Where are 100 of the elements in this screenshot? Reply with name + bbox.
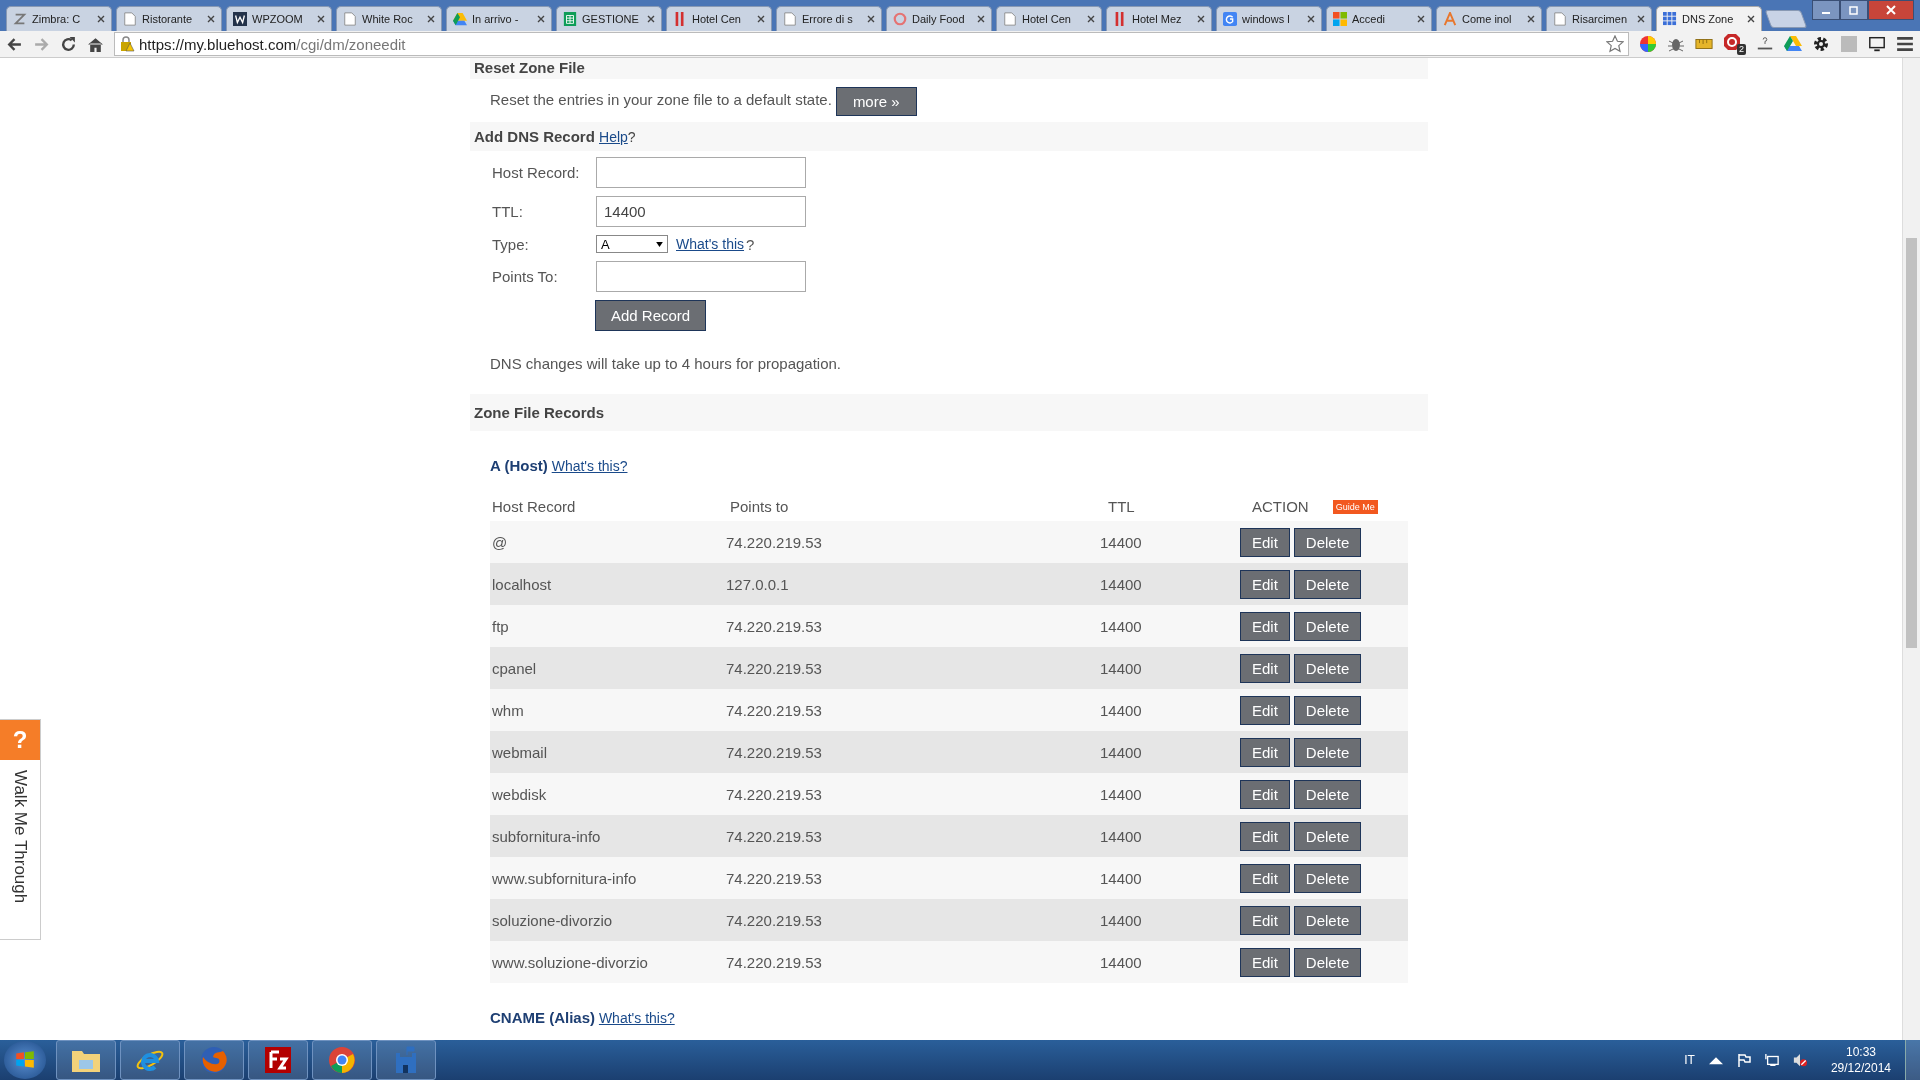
close-icon[interactable] [1087,15,1095,23]
edit-button[interactable]: Edit [1240,779,1290,809]
browser-tab[interactable]: Daily Food [886,6,992,31]
scrollbar[interactable] [1902,58,1920,1040]
edit-button[interactable]: Edit [1240,863,1290,893]
delete-button[interactable]: Delete [1293,569,1362,599]
browser-tab[interactable]: GESTIONE [556,6,662,31]
edit-button[interactable]: Edit [1240,611,1290,641]
close-icon[interactable] [757,15,765,23]
delete-button[interactable]: Delete [1293,611,1362,641]
type-dropdown[interactable]: A [596,235,668,253]
whats-this-link[interactable]: What's this? [598,1010,675,1026]
browser-tab[interactable]: DNS Zone [1656,6,1762,31]
gear-icon[interactable] [1812,35,1830,53]
edit-button[interactable]: Edit [1240,527,1290,557]
table-cell-text: www.soluzione-divorzio [492,953,649,971]
cast-icon[interactable] [1868,35,1886,53]
browser-tab[interactable]: Hotel Mez [1106,6,1212,31]
table-cell-text: @ [492,533,509,551]
table-cell-text: ftp [492,617,510,635]
edit-button[interactable]: Edit [1240,737,1290,767]
browser-tab[interactable]: Come inol [1436,6,1542,31]
close-button[interactable] [1868,0,1914,20]
clock-date[interactable]: 29/12/2014 [1830,1061,1891,1075]
folder-icon[interactable] [56,1040,116,1080]
address-bar[interactable]: https://my.bluehost.com/cgi/dm/zoneedit [114,32,1629,56]
delete-button[interactable]: Delete [1293,947,1362,977]
input-field[interactable] [596,157,806,188]
browser-tab[interactable]: Zimbra: C [6,6,112,31]
browser-tab[interactable]: WPZOOM [226,6,332,31]
tab-label: DNS Zone [1682,13,1735,25]
close-icon[interactable] [1417,15,1425,23]
star-icon[interactable] [1606,35,1624,53]
delete-button[interactable]: Delete [1293,821,1362,851]
browser-tab[interactable]: Hotel Cen [666,6,772,31]
add-record-button[interactable]: Add Record [595,300,707,331]
close-icon[interactable] [317,15,325,23]
input-field[interactable] [596,261,806,292]
close-icon[interactable] [647,15,655,23]
delete-button[interactable]: Delete [1293,905,1362,935]
browser-tab[interactable]: In arrivo - [446,6,552,31]
close-icon[interactable] [207,15,215,23]
more-button[interactable]: more » [835,87,917,116]
tab-label: In arrivo - [472,13,520,25]
input-field[interactable]: 14400 [596,196,806,227]
browser-tab[interactable]: windows l [1216,6,1322,31]
whats-this-link[interactable]: What's this? [551,458,628,474]
clock-time[interactable]: 10:33 [1845,1045,1876,1059]
start-button[interactable] [4,1041,46,1079]
minimize-button[interactable] [1812,0,1840,20]
walk-me-through-tab[interactable]: ? Walk Me Through [0,719,41,940]
delete-button[interactable]: Delete [1293,779,1362,809]
tab-label: Accedi [1352,13,1387,25]
edit-button[interactable]: Edit [1240,947,1290,977]
e-browser-icon[interactable] [120,1040,180,1080]
edit-button[interactable]: Edit [1240,653,1290,683]
chrome-icon[interactable] [312,1040,372,1080]
close-icon[interactable] [977,15,985,23]
edit-button[interactable]: Edit [1240,821,1290,851]
muted-speaker-icon[interactable] [1792,1053,1807,1067]
browser-tab[interactable]: Risarcimen [1546,6,1652,31]
close-icon[interactable] [1527,15,1535,23]
edit-button[interactable]: Edit [1240,905,1290,935]
reload-icon[interactable] [60,35,77,53]
close-icon[interactable] [427,15,435,23]
close-icon[interactable] [867,15,875,23]
flag-icon[interactable] [1736,1053,1751,1067]
whats-this-link[interactable]: What's this [676,236,745,252]
delete-button[interactable]: Delete [1293,653,1362,683]
close-icon[interactable] [1307,15,1315,23]
drive-icon[interactable] [1784,35,1802,53]
delete-button[interactable]: Delete [1293,863,1362,893]
browser-tab[interactable]: White Roc [336,6,442,31]
help-link[interactable]: Help [599,129,628,145]
language-indicator[interactable]: IT [1684,1053,1695,1067]
browser-tab[interactable]: Errore di s [776,6,882,31]
browser-tab[interactable]: Accedi [1326,6,1432,31]
close-icon[interactable] [1747,15,1755,23]
close-icon[interactable] [1637,15,1645,23]
browser-tab[interactable]: Ristorante [116,6,222,31]
browser-tab[interactable]: Hotel Cen [996,6,1102,31]
delete-button[interactable]: Delete [1293,695,1362,725]
reset-description: Reset the entries in your zone file to a default state. [490,91,832,108]
close-icon[interactable] [537,15,545,23]
network-icon[interactable] [1764,1053,1779,1067]
edit-button[interactable]: Edit [1240,695,1290,725]
show-desktop-button[interactable] [1905,1040,1920,1080]
home-icon[interactable] [87,35,104,53]
column-header: Host Record [491,497,577,517]
fz-icon[interactable] [248,1040,308,1080]
close-icon[interactable] [1197,15,1205,23]
table-cell-text: 14400 [1100,743,1143,761]
maximize-button[interactable] [1840,0,1868,20]
edit-button[interactable]: Edit [1240,569,1290,599]
delete-button[interactable]: Delete [1293,737,1362,767]
delete-button[interactable]: Delete [1293,527,1362,557]
close-icon[interactable] [97,15,105,23]
menu-icon[interactable] [1896,35,1914,53]
table-cell-text: 74.220.219.53 [726,659,823,677]
color-wheel-icon[interactable] [1639,35,1657,53]
